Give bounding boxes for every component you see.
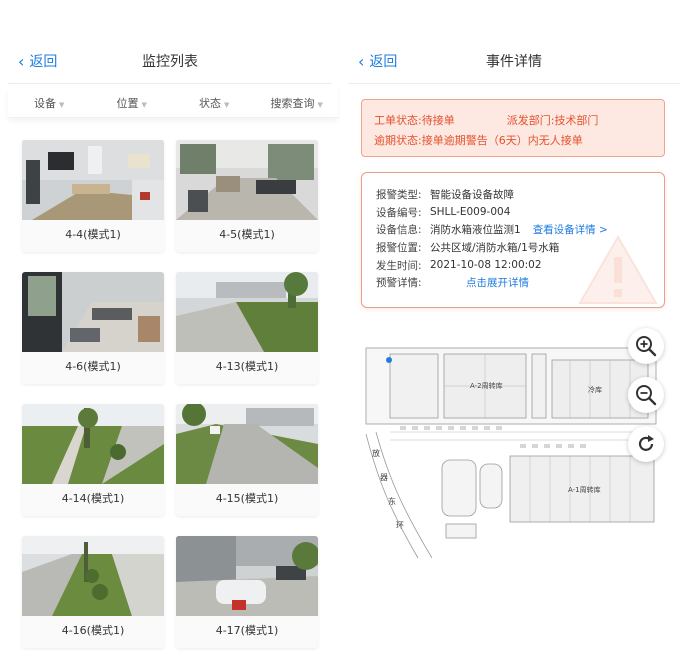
camera-card[interactable]: 4-14(模式1) — [22, 404, 164, 516]
map-label-road-4: 环 — [396, 521, 404, 530]
device-location-marker[interactable] — [386, 357, 392, 363]
device-info-label: 设备信息: — [376, 224, 422, 237]
filter-location[interactable]: 位置 ▼ — [91, 95, 174, 111]
warning-watermark-icon — [578, 235, 658, 304]
camera-label: 4-17(模式1) — [215, 624, 279, 637]
refresh-button[interactable] — [628, 426, 664, 462]
camera-card[interactable]: 4-6(模式1) — [22, 272, 164, 384]
camera-label: 4-5(模式1) — [219, 228, 275, 241]
camera-card[interactable]: 4-5(模式1) — [176, 140, 318, 252]
camera-thumbnail — [176, 404, 318, 484]
zoom-in-icon — [636, 336, 657, 357]
caret-down-icon: ▼ — [224, 100, 230, 109]
device-code-value: SHLL-E009-004 — [430, 206, 511, 219]
occur-time-label: 发生时间: — [376, 259, 422, 272]
filter-status-label: 状态 — [199, 96, 222, 110]
camera-thumbnail — [22, 140, 164, 220]
map-label-a1: A-1周转库 — [568, 485, 601, 494]
camera-label: 4-6(模式1) — [65, 360, 121, 373]
camera-thumbnail — [22, 404, 164, 484]
zoom-in-button[interactable] — [628, 328, 664, 364]
refresh-icon — [638, 435, 654, 451]
camera-card[interactable]: 4-16(模式1) — [22, 536, 164, 648]
alarm-type-label: 报警类型: — [376, 189, 422, 202]
overdue-status-row: 逾期状态: 接单逾期警告（6天）内无人接单 — [374, 130, 652, 150]
warning-detail-label: 预警详情: — [376, 277, 422, 290]
back-label: 返回 — [369, 54, 398, 70]
alarm-location-label: 报警位置: — [376, 242, 422, 255]
back-button[interactable]: ‹ 返回 — [358, 38, 397, 84]
alarm-detail-card: 报警类型: 智能设备设备故障 设备编号: SHLL-E009-004 设备信息:… — [361, 172, 665, 308]
alarm-type-value: 智能设备设备故障 — [430, 189, 514, 202]
page-title: 监控列表 — [142, 53, 198, 70]
camera-thumbnail — [22, 272, 164, 352]
device-code-label: 设备编号: — [376, 206, 422, 219]
event-detail-screen: ‹ 返回 事件详情 工单状态: 待接单 派发部门: 技术部门 逾期状态: 接单逾… — [348, 0, 696, 664]
chevron-left-icon: ‹ — [18, 51, 25, 71]
monitor-list-screen: ‹ 返回 监控列表 设备 ▼ 位置 ▼ 状态 ▼ 搜索查询 ▼ 4-4(模式1)… — [0, 0, 340, 664]
overdue-status-label: 逾期状态: — [374, 134, 422, 147]
floor-plan-map[interactable]: A-2周转库 冷库 A-1周转库 放 器 东 环 — [360, 340, 670, 560]
camera-thumbnail — [176, 140, 318, 220]
map-label-a2: A-2周转库 — [470, 381, 503, 390]
caret-down-icon: ▼ — [141, 100, 147, 109]
filter-search-label: 搜索查询 — [270, 96, 315, 110]
camera-label: 4-16(模式1) — [61, 624, 125, 637]
caret-down-icon: ▼ — [317, 100, 323, 109]
camera-card[interactable]: 4-13(模式1) — [176, 272, 318, 384]
event-detail-header: ‹ 返回 事件详情 — [348, 38, 680, 84]
monitor-list-header: ‹ 返回 监控列表 — [8, 38, 332, 84]
camera-card[interactable]: 4-15(模式1) — [176, 404, 318, 516]
filter-device[interactable]: 设备 ▼ — [8, 95, 91, 111]
camera-label: 4-14(模式1) — [61, 492, 125, 505]
dispatch-dept-value: 技术部门 — [554, 114, 599, 127]
camera-thumbnail — [176, 536, 318, 616]
filter-location-label: 位置 — [116, 96, 139, 110]
device-code-row: 设备编号: SHLL-E009-004 — [376, 204, 650, 222]
zoom-out-button[interactable] — [628, 377, 664, 413]
chevron-left-icon: ‹ — [358, 51, 365, 71]
back-button[interactable]: ‹ 返回 — [18, 38, 57, 84]
camera-label: 4-4(模式1) — [65, 228, 121, 241]
filter-device-label: 设备 — [34, 96, 57, 110]
expand-details-link[interactable]: 点击展开详情 — [466, 275, 529, 290]
zoom-out-icon — [636, 385, 657, 406]
map-label-cold-storage: 冷库 — [588, 385, 602, 394]
camera-card[interactable]: 4-4(模式1) — [22, 140, 164, 252]
filter-search[interactable]: 搜索查询 ▼ — [256, 95, 339, 111]
camera-label: 4-15(模式1) — [215, 492, 279, 505]
dispatch-dept-label: 派发部门: — [506, 114, 555, 127]
map-label-road-3: 东 — [388, 496, 396, 506]
map-label-road-1: 放 — [372, 448, 380, 458]
filter-status[interactable]: 状态 ▼ — [173, 95, 256, 111]
alarm-location-value: 公共区域/消防水箱/1号水箱 — [430, 242, 560, 255]
device-info-value: 消防水箱液位监测1 — [430, 224, 521, 237]
page-title: 事件详情 — [486, 53, 542, 70]
camera-thumbnail — [22, 536, 164, 616]
map-label-road-2: 器 — [380, 473, 388, 482]
camera-label: 4-13(模式1) — [215, 360, 279, 373]
alarm-type-row: 报警类型: 智能设备设备故障 — [376, 186, 650, 204]
caret-down-icon: ▼ — [59, 100, 65, 109]
back-label: 返回 — [29, 54, 58, 70]
camera-thumbnail — [176, 272, 318, 352]
filter-bar: 设备 ▼ 位置 ▼ 状态 ▼ 搜索查询 ▼ — [8, 88, 338, 118]
order-status-row: 工单状态: 待接单 派发部门: 技术部门 — [374, 110, 652, 130]
occur-time-value: 2021-10-08 12:00:02 — [430, 259, 542, 272]
order-status-alert: 工单状态: 待接单 派发部门: 技术部门 逾期状态: 接单逾期警告（6天）内无人… — [361, 99, 665, 157]
overdue-status-value: 接单逾期警告（6天）内无人接单 — [421, 134, 583, 147]
order-status-label: 工单状态: — [374, 114, 422, 127]
order-status-value: 待接单 — [421, 114, 455, 127]
camera-card[interactable]: 4-17(模式1) — [176, 536, 318, 648]
